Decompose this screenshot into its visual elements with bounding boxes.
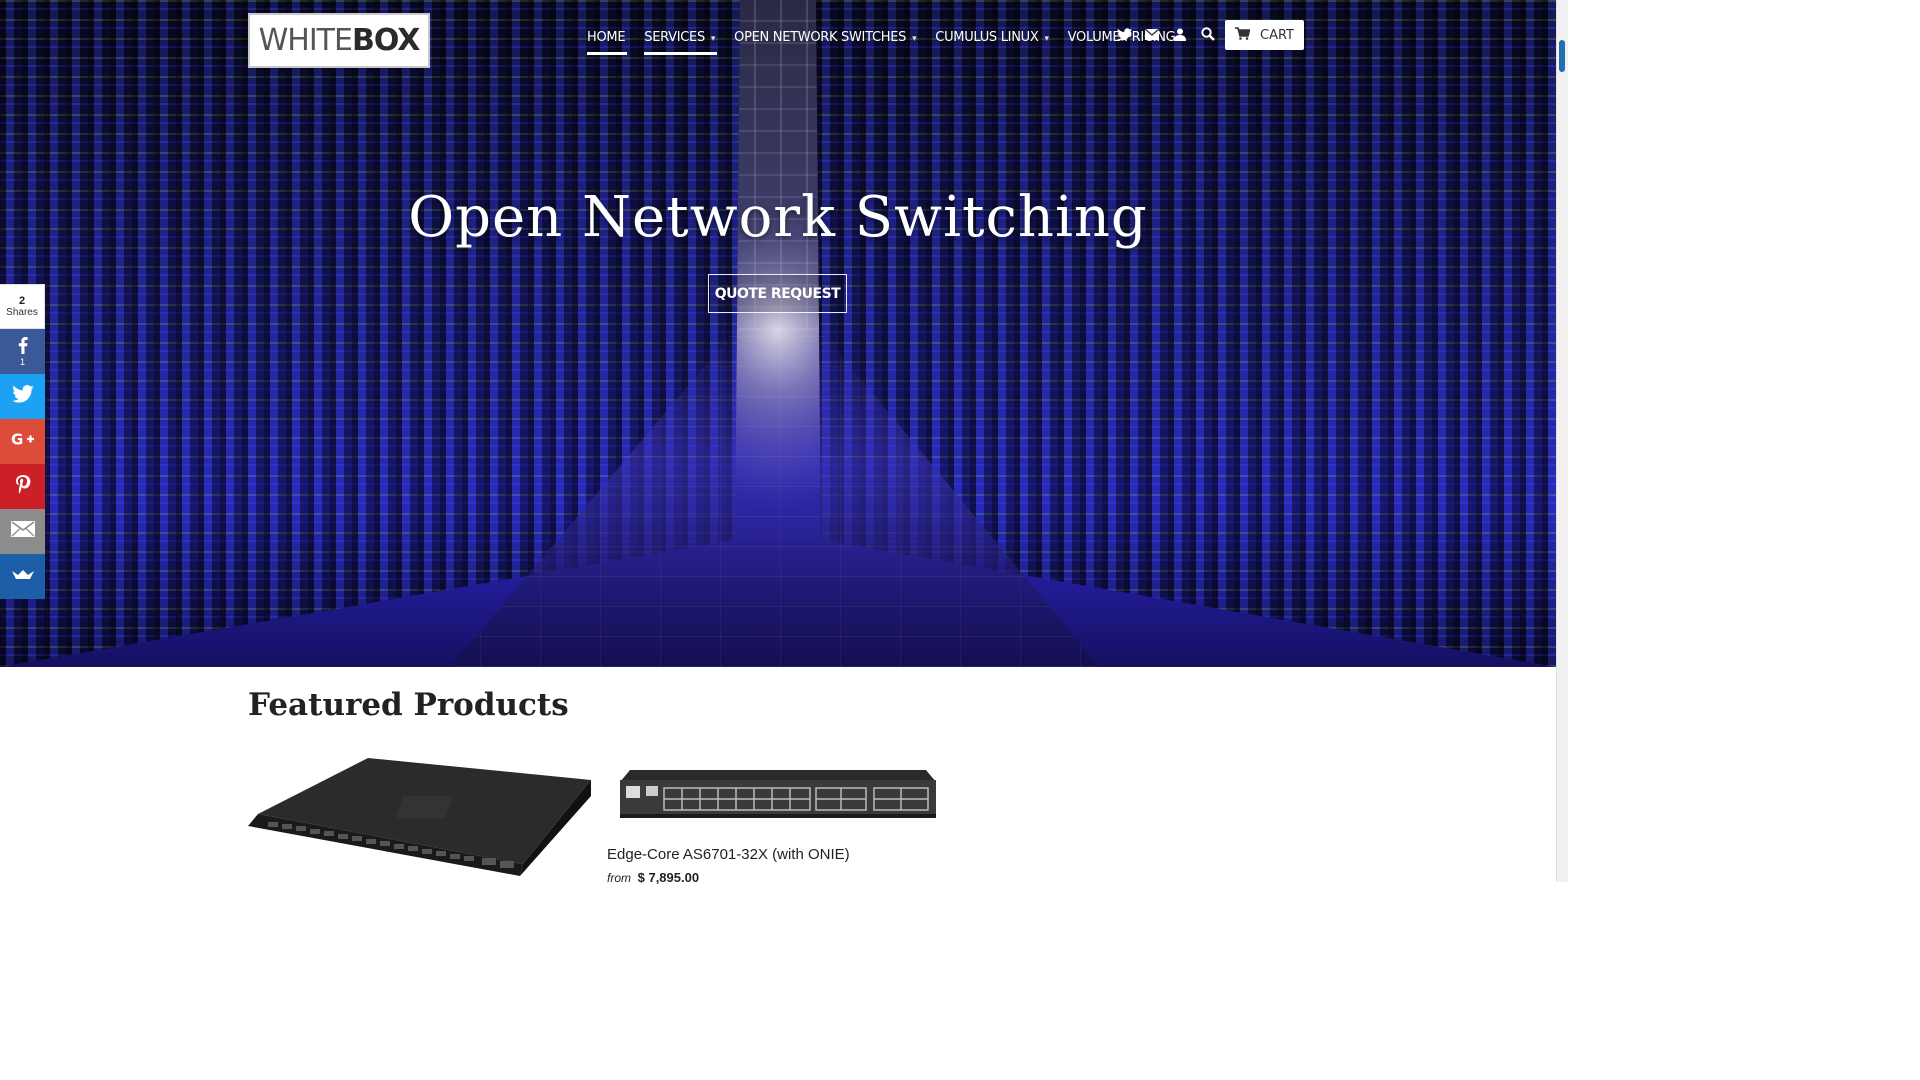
facebook-share-count: 1 — [19, 356, 25, 367]
twitter-icon — [11, 385, 34, 408]
price-value: $ 7,895.00 — [637, 870, 700, 885]
mail-icon[interactable] — [1144, 26, 1160, 42]
chevron-down-icon: ▾ — [710, 33, 716, 44]
share-sumome-button[interactable] — [0, 554, 45, 599]
quote-request-button[interactable]: QUOTE REQUEST — [708, 274, 847, 313]
cart-label: CART — [1260, 27, 1294, 43]
product-price: from $ 7,895.00 — [607, 870, 699, 885]
scrollbar-thumb[interactable] — [1559, 40, 1565, 72]
product-title[interactable]: Edge-Core AS6701-32X (with ONIE) — [607, 846, 850, 863]
logo-text-white: WHITE — [258, 23, 353, 58]
product-image-2[interactable] — [620, 768, 936, 820]
page-scrollbar[interactable] — [1556, 0, 1568, 882]
share-count-label: Shares — [6, 307, 38, 318]
google-plus-icon: G — [11, 431, 35, 451]
nav-item-services[interactable]: SERVICES ▾ — [644, 26, 718, 55]
email-icon — [10, 521, 35, 542]
pinterest-icon — [15, 474, 31, 499]
cart-icon — [1235, 26, 1251, 44]
search-icon[interactable] — [1200, 26, 1216, 42]
logo-text-box: BOX — [351, 23, 420, 58]
facebook-icon — [18, 336, 28, 359]
share-count: 2 Shares — [0, 284, 45, 329]
account-icon[interactable] — [1172, 26, 1188, 42]
share-pinterest-button[interactable] — [0, 464, 45, 509]
nav-item-home[interactable]: HOME — [587, 26, 628, 55]
nav-item-open-network-switches[interactable]: OPEN NETWORK SWITCHES ▾ — [734, 26, 918, 55]
hero-title: Open Network Switching — [408, 185, 1148, 250]
share-sidebar: 2 Shares 1 G — [0, 284, 45, 599]
share-twitter-button[interactable] — [0, 374, 45, 419]
chevron-down-icon: ▾ — [912, 33, 917, 44]
chevron-down-icon: ▾ — [1044, 33, 1049, 44]
header-icons — [1116, 26, 1216, 42]
twitter-icon[interactable] — [1116, 26, 1132, 42]
sumome-icon — [11, 568, 35, 586]
main-nav: HOME SERVICES ▾ OPEN NETWORK SWITCHES ▾ CU… — [587, 24, 1194, 56]
nav-item-cumulus-linux[interactable]: CUMULUS LINUX ▾ — [935, 26, 1050, 55]
svg-text:G: G — [11, 432, 23, 446]
share-count-number: 2 — [18, 295, 26, 307]
hero-banner: Open Network Switching QUOTE REQUEST — [0, 0, 1556, 667]
featured-products-heading: Featured Products — [248, 687, 569, 723]
price-prefix: from — [607, 871, 631, 885]
share-facebook-button[interactable]: 1 — [0, 329, 45, 374]
cart-button[interactable]: CART — [1225, 20, 1304, 50]
share-email-button[interactable] — [0, 509, 45, 554]
share-google-plus-button[interactable]: G — [0, 419, 45, 464]
site-logo[interactable]: WHITEBOX — [248, 13, 430, 68]
product-image-1[interactable] — [248, 756, 591, 876]
